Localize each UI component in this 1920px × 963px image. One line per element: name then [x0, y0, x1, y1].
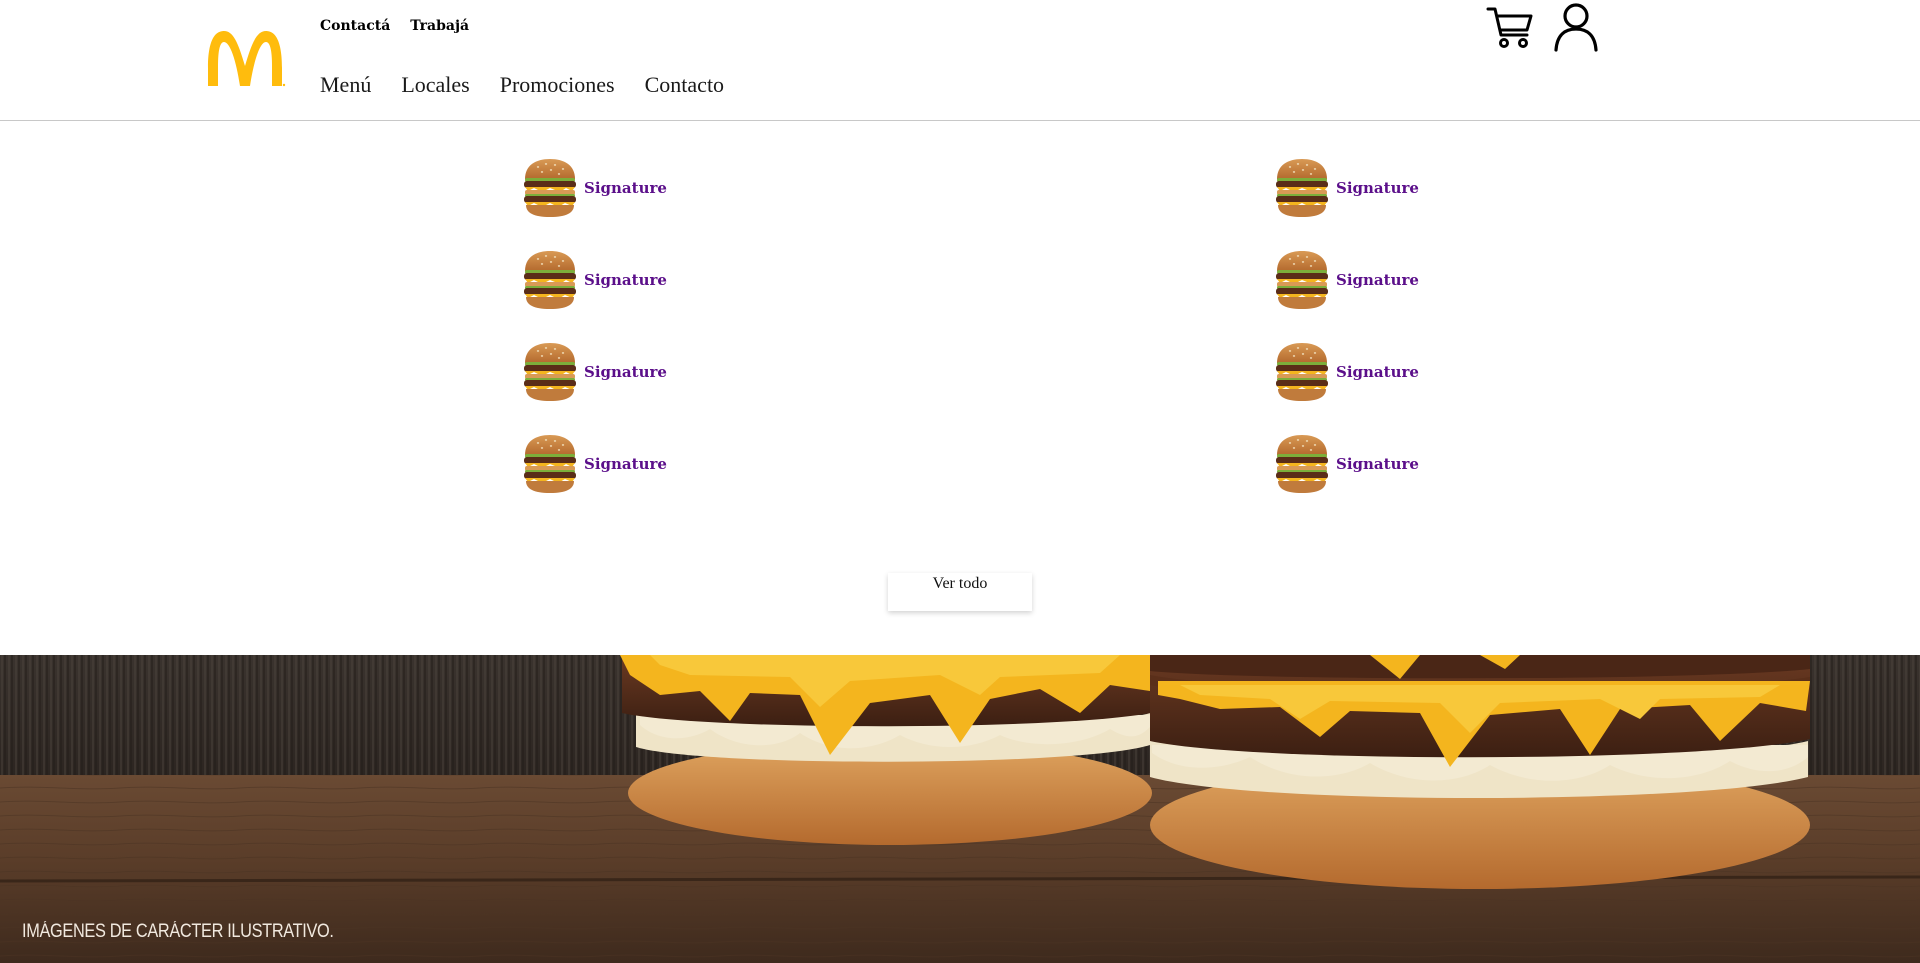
product-item[interactable]: Signature — [1272, 341, 1419, 403]
product-item[interactable]: Signature — [1272, 433, 1419, 495]
nav-item-menu[interactable]: Menú — [320, 72, 371, 98]
product-label: Signature — [584, 271, 667, 289]
ver-todo-label: Ver todo — [932, 575, 988, 592]
cart-icon[interactable] — [1486, 4, 1534, 50]
site-header: Contactá Trabajá Menú Locales Promocione… — [0, 0, 1920, 121]
main-nav: Menú Locales Promociones Contacto — [320, 72, 724, 98]
burger-thumbnail — [1272, 341, 1332, 403]
burger-thumbnail — [520, 341, 580, 403]
nav-item-promociones[interactable]: Promociones — [500, 72, 615, 98]
product-item[interactable]: Signature — [520, 433, 667, 495]
product-item[interactable]: Signature — [1272, 249, 1419, 311]
burger-thumbnail — [1272, 433, 1332, 495]
mcdonalds-logo[interactable] — [204, 28, 286, 88]
product-label: Signature — [1336, 455, 1419, 473]
product-grid: Signature Signature Signature Signature — [0, 121, 1920, 541]
ver-todo-button[interactable]: Ver todo — [888, 573, 1032, 611]
burger-thumbnail — [1272, 157, 1332, 219]
golden-arches-icon — [208, 31, 286, 87]
burger-thumbnail — [1272, 249, 1332, 311]
page: Contactá Trabajá Menú Locales Promocione… — [0, 0, 1920, 963]
nav-item-contacto[interactable]: Contacto — [645, 72, 724, 98]
burger-thumbnail — [520, 433, 580, 495]
hero-burgers-image — [0, 655, 1920, 963]
product-label: Signature — [584, 363, 667, 381]
product-label: Signature — [584, 179, 667, 197]
burger-thumbnail — [520, 249, 580, 311]
utility-link-contacta[interactable]: Contactá — [320, 18, 390, 34]
hero-banner: IMÁGENES DE CARÁCTER ILUSTRATIVO. — [0, 655, 1920, 963]
product-label: Signature — [584, 455, 667, 473]
utility-links: Contactá Trabajá — [320, 18, 469, 34]
nav-item-locales[interactable]: Locales — [401, 72, 469, 98]
burger-thumbnail — [520, 157, 580, 219]
product-item[interactable]: Signature — [520, 249, 667, 311]
product-label: Signature — [1336, 363, 1419, 381]
product-item[interactable]: Signature — [520, 157, 667, 219]
product-label: Signature — [1336, 271, 1419, 289]
product-item[interactable]: Signature — [520, 341, 667, 403]
user-icon[interactable] — [1552, 2, 1600, 52]
hero-caption: IMÁGENES DE CARÁCTER ILUSTRATIVO. — [22, 921, 334, 942]
product-label: Signature — [1336, 179, 1419, 197]
utility-link-trabaja[interactable]: Trabajá — [410, 18, 469, 34]
product-item[interactable]: Signature — [1272, 157, 1419, 219]
